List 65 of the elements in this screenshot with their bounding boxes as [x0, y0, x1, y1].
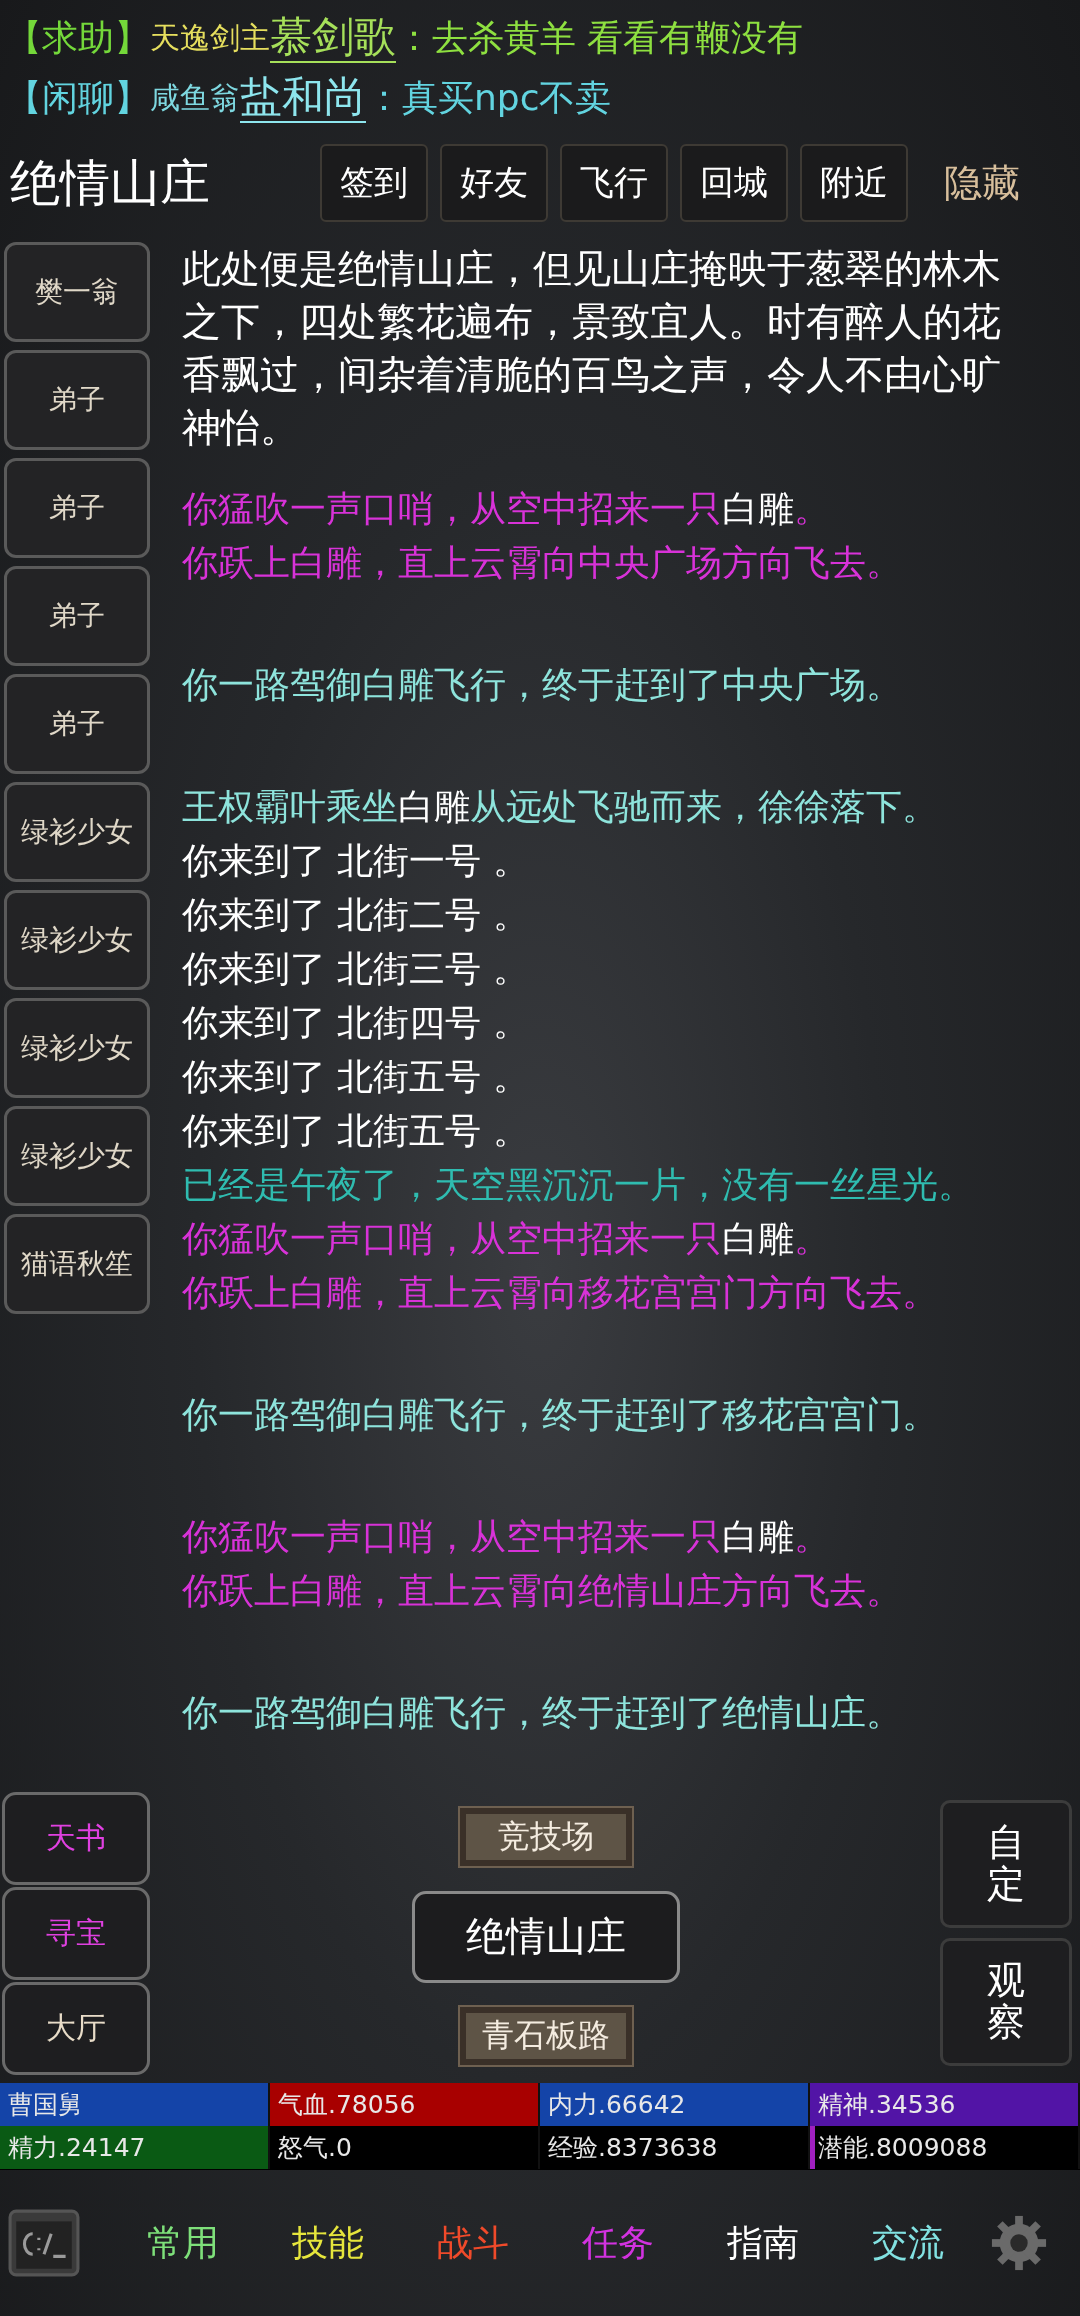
menu-button[interactable]: 附近: [800, 144, 908, 222]
log-line: 你跃上白雕，直上云霄向中央广场方向飞去。: [182, 541, 903, 585]
room-description: 此处便是绝情山庄，但见山庄掩映于葱翠的林木之下，四处繁花遍布，景致宜人。时有醉人的花香飘过，间杂着清脆的百鸟之声，令人不由心旷神怡。: [182, 245, 1002, 452]
npc-button[interactable]: 绿衫少女: [4, 782, 150, 882]
npc-button[interactable]: 弟子: [4, 566, 150, 666]
log-line: 你猛吹一声口哨，从空中招来一只白雕。: [182, 487, 831, 531]
nav-tab[interactable]: 战斗: [400, 2217, 545, 2269]
stat-bar: 气血.78056: [270, 2083, 540, 2126]
log-line: 你跃上白雕，直上云霄向移花宫宫门方向飞去。: [182, 1271, 939, 1315]
log-line: 你猛吹一声口哨，从空中招来一只白雕。: [182, 1515, 831, 1559]
exit-sign[interactable]: 青石板路: [460, 2007, 632, 2065]
log-line: 已经是午夜了，天空黑沉沉一片，没有一丝星光。: [182, 1163, 975, 1207]
log-line: 你来到了 北街五号 。: [182, 1055, 530, 1099]
npc-button[interactable]: 猫语秋笙: [4, 1214, 150, 1314]
npc-button[interactable]: 绿衫少女: [4, 890, 150, 990]
stat-bar: 潜能.8009088: [810, 2126, 1080, 2169]
stat-bar: 精力.24147: [0, 2126, 270, 2169]
nav-tab[interactable]: 任务: [545, 2217, 690, 2269]
log-line: 你猛吹一声口哨，从空中招来一只白雕。: [182, 1217, 831, 1261]
nav-tab[interactable]: 交流: [835, 2217, 980, 2269]
log-line: 你来到了 北街四号 。: [182, 1001, 530, 1045]
hide-button[interactable]: 隐藏: [938, 156, 1026, 210]
log-line: 你来到了 北街五号 。: [182, 1109, 530, 1153]
side-button[interactable]: 自定: [940, 1800, 1072, 1928]
log-line: 你来到了 北街三号 。: [182, 947, 530, 991]
npc-button[interactable]: 绿衫少女: [4, 998, 150, 1098]
exit-sign[interactable]: 竞技场: [460, 1808, 632, 1866]
player-title: 天逸剑主: [150, 18, 270, 57]
nav-tab[interactable]: 技能: [255, 2217, 400, 2269]
side-button[interactable]: 观察: [940, 1938, 1072, 2066]
log-line: 你来到了 北街一号 。: [182, 839, 530, 883]
player-name-link[interactable]: 慕剑歌: [270, 12, 396, 64]
stat-bar: 精神.34536: [810, 2083, 1080, 2126]
npc-button[interactable]: 绿衫少女: [4, 1106, 150, 1206]
chat-channel: 【求助】: [6, 15, 150, 60]
npc-button[interactable]: 弟子: [4, 458, 150, 558]
npc-button[interactable]: 弟子: [4, 674, 150, 774]
log-line: 你一路驾御白雕飞行，终于赶到了绝情山庄。: [182, 1691, 903, 1735]
chat-message: ：去杀黄羊 看看有鞭没有: [396, 15, 804, 60]
menu-button[interactable]: 飞行: [560, 144, 668, 222]
stat-bar: 曹国舅: [0, 2083, 270, 2126]
current-location: 绝情山庄: [412, 1890, 680, 1983]
side-button[interactable]: 天书: [2, 1792, 150, 1885]
log-line: 你一路驾御白雕飞行，终于赶到了移花宫宫门。: [182, 1393, 939, 1437]
menu-button[interactable]: 好友: [440, 144, 548, 222]
log-line: 你一路驾御白雕飞行，终于赶到了中央广场。: [182, 663, 903, 707]
terminal-icon[interactable]: [8, 2209, 80, 2277]
log-line: 你跃上白雕，直上云霄向绝情山庄方向飞去。: [182, 1569, 903, 1613]
nav-tab[interactable]: 常用: [110, 2217, 255, 2269]
location-title: 绝情山庄: [10, 152, 211, 214]
player-name-link[interactable]: 盐和尚: [240, 72, 366, 124]
stat-bar: 内力.66642: [540, 2083, 810, 2126]
side-button[interactable]: 寻宝: [2, 1887, 150, 1980]
player-title: 咸鱼翁: [150, 79, 240, 115]
log-line: 你来到了 北街二号 。: [182, 893, 530, 937]
chat-channel: 【闲聊】: [6, 75, 150, 120]
menu-button[interactable]: 签到: [320, 144, 428, 222]
settings-icon[interactable]: [990, 2214, 1048, 2272]
menu-button[interactable]: 回城: [680, 144, 788, 222]
npc-button[interactable]: 樊一翁: [4, 242, 150, 342]
chat-message: ：真买npc不卖: [366, 75, 612, 120]
nav-tab[interactable]: 指南: [690, 2217, 835, 2269]
npc-button[interactable]: 弟子: [4, 350, 150, 450]
side-button[interactable]: 大厅: [2, 1982, 150, 2075]
log-line: 王权霸叶乘坐白雕从远处飞驰而来，徐徐落下。: [182, 785, 939, 829]
